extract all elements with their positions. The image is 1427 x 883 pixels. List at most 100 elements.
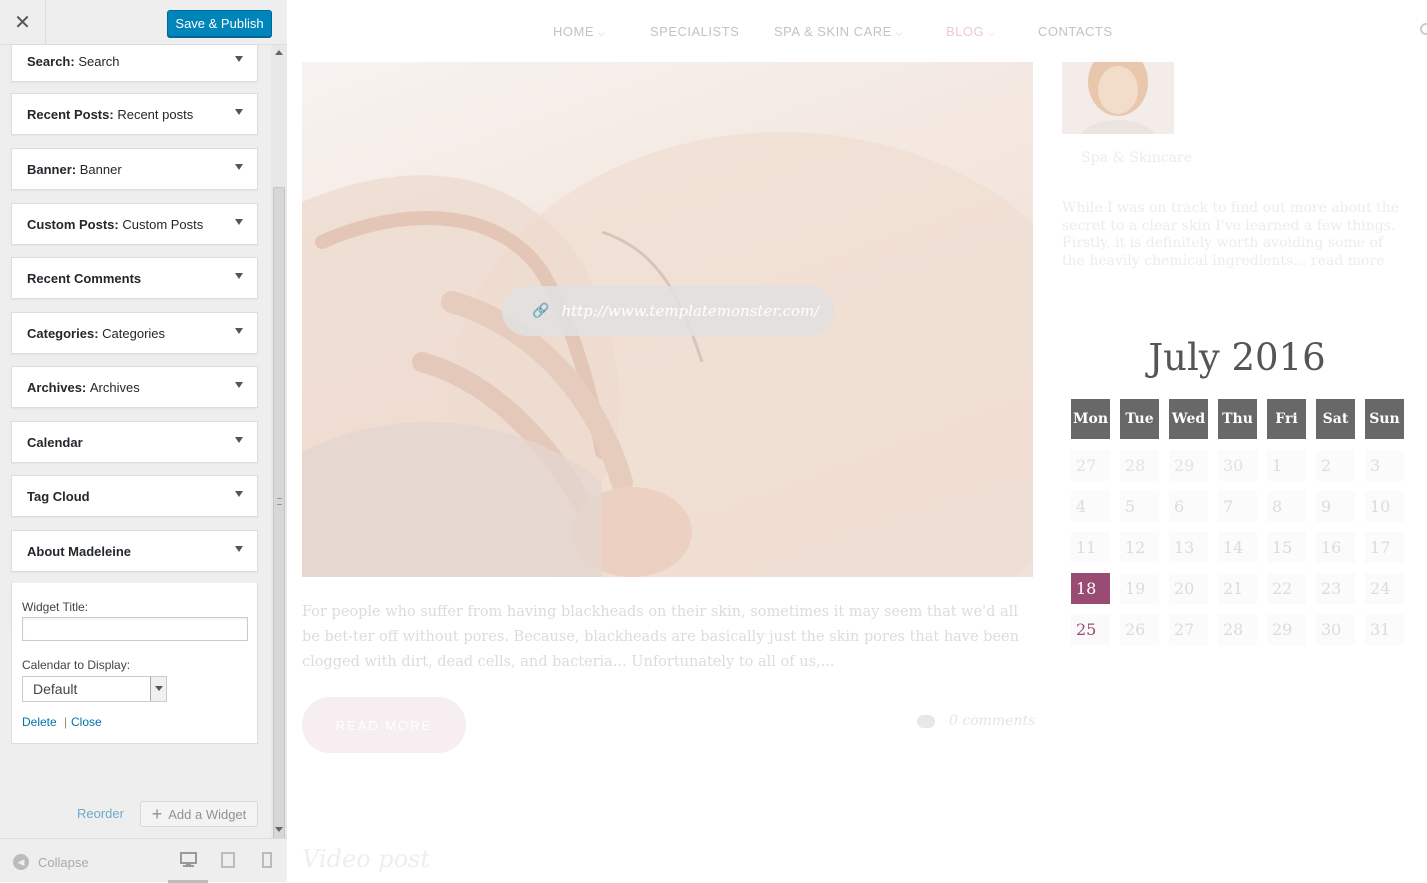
collapse-button[interactable]: ◀ Collapse — [13, 854, 89, 870]
calendar-day[interactable]: 18 — [1071, 573, 1110, 604]
calendar-day[interactable]: 28 — [1120, 450, 1159, 481]
widget-subtitle: Recent posts — [117, 107, 194, 122]
expand-arrow-icon[interactable] — [235, 491, 243, 497]
close-customizer-button[interactable]: ✕ — [0, 0, 46, 45]
widget-title-input[interactable] — [22, 617, 248, 641]
widget-categories[interactable]: Categories: Categories — [11, 312, 258, 354]
calendar-day[interactable]: 30 — [1218, 450, 1257, 481]
expand-arrow-icon[interactable] — [235, 546, 243, 552]
scroll-down-icon[interactable] — [275, 827, 283, 832]
widget-title: Calendar — [27, 422, 83, 464]
expand-arrow-icon[interactable] — [235, 382, 243, 388]
widget-custom-posts[interactable]: Custom Posts: Custom Posts — [11, 203, 258, 245]
calendar-day[interactable]: 29 — [1267, 614, 1306, 645]
expand-arrow-icon[interactable] — [235, 56, 243, 62]
widget-search[interactable]: Search: Search — [11, 45, 258, 82]
calendar-day[interactable]: 28 — [1218, 614, 1257, 645]
widget-tag-cloud[interactable]: Tag Cloud — [11, 475, 258, 517]
customizer-header: ✕ Save & Publish — [0, 0, 287, 45]
widget-about-madeleine[interactable]: About Madeleine — [11, 530, 258, 572]
calendar-day[interactable]: 11 — [1071, 532, 1110, 563]
desktop-icon[interactable] — [180, 852, 197, 867]
comments-link[interactable]: 0 comments — [917, 713, 1035, 729]
calendar-day[interactable]: 14 — [1218, 532, 1257, 563]
calendar-day[interactable]: 27 — [1169, 614, 1208, 645]
add-widget-button[interactable]: + Add a Widget — [140, 801, 258, 827]
calendar-day[interactable]: 4 — [1071, 491, 1110, 522]
weekday-header: Sun — [1365, 399, 1404, 439]
calendar-day[interactable]: 21 — [1218, 573, 1257, 604]
post-excerpt: For people who suffer from having blackh… — [302, 604, 1019, 670]
nav-item-contacts[interactable]: CONTACTS — [1038, 24, 1113, 39]
close-widget-link[interactable]: Close — [71, 715, 102, 729]
calendar-day[interactable]: 23 — [1316, 573, 1355, 604]
calendar-day[interactable]: 19 — [1120, 573, 1159, 604]
calendar-day[interactable]: 26 — [1120, 614, 1159, 645]
widget-title: Recent Posts: Recent posts — [27, 94, 193, 136]
calendar-day[interactable]: 10 — [1365, 491, 1404, 522]
expand-arrow-icon[interactable] — [235, 219, 243, 225]
calendar-day[interactable]: 30 — [1316, 614, 1355, 645]
expand-arrow-icon[interactable] — [235, 328, 243, 334]
widget-recent-comments[interactable]: Recent Comments — [11, 257, 258, 299]
sidebar-scrollbar[interactable] — [271, 45, 287, 865]
calendar-day[interactable]: 13 — [1169, 532, 1208, 563]
calendar-day[interactable]: 15 — [1267, 532, 1306, 563]
calendar-day[interactable]: 29 — [1169, 450, 1208, 481]
calendar-day[interactable]: 20 — [1169, 573, 1208, 604]
calendar-day[interactable]: 16 — [1316, 532, 1355, 563]
delete-widget-link[interactable]: Delete — [22, 715, 57, 729]
calendar-day[interactable]: 27 — [1071, 450, 1110, 481]
widget-banner[interactable]: Banner: Banner — [11, 148, 258, 190]
expand-arrow-icon[interactable] — [235, 273, 243, 279]
scrollbar-thumb[interactable] — [273, 187, 285, 865]
calendar-day[interactable]: 3 — [1365, 450, 1404, 481]
main-nav: HOME ⌵ SPECIALISTS SPA & SKIN CARE ⌵ BLOG ⌵ CON… — [287, 0, 1427, 62]
expand-arrow-icon[interactable] — [235, 437, 243, 443]
tablet-icon[interactable] — [221, 852, 235, 868]
link-icon: 🔗 — [532, 303, 550, 319]
widget-title: Search: Search — [27, 45, 120, 83]
nav-item-spa-skin-care[interactable]: SPA & SKIN CARE ⌵ — [774, 24, 903, 39]
widget-name: About Madeleine — [27, 544, 132, 559]
plus-icon: + — [151, 804, 163, 824]
post-link-pill[interactable]: 🔗 http://www.templatemonster.com/ — [502, 286, 834, 336]
calendar-day[interactable]: 5 — [1120, 491, 1159, 522]
widget-recent-posts[interactable]: Recent Posts: Recent posts — [11, 93, 258, 135]
widget-title: Tag Cloud — [27, 476, 90, 518]
calendar-day[interactable]: 6 — [1169, 491, 1208, 522]
weekday-header: Mon — [1071, 399, 1110, 439]
expand-arrow-icon[interactable] — [235, 164, 243, 170]
calendar-display-select[interactable]: Default — [22, 676, 167, 702]
calendar-day[interactable]: 9 — [1316, 491, 1355, 522]
calendar-day[interactable]: 12 — [1120, 532, 1159, 563]
calendar-select-value: Default — [33, 681, 78, 697]
calendar-day[interactable]: 22 — [1267, 573, 1306, 604]
widget-calendar[interactable]: Calendar — [11, 421, 258, 463]
next-post-title[interactable]: Video post — [302, 845, 430, 873]
widget-archives[interactable]: Archives: Archives — [11, 366, 258, 408]
calendar-day[interactable]: 2 — [1316, 450, 1355, 481]
reorder-link[interactable]: Reorder — [77, 806, 124, 821]
widget-name: Recent Comments — [27, 271, 142, 286]
nav-item-home[interactable]: HOME ⌵ — [553, 24, 605, 39]
calendar-day[interactable]: 24 — [1365, 573, 1404, 604]
nav-item-blog[interactable]: BLOG ⌵ — [946, 24, 995, 39]
search-icon[interactable] — [1420, 23, 1427, 35]
calendar-day[interactable]: 25 — [1071, 614, 1110, 645]
calendar-display-label: Calendar to Display: — [22, 658, 131, 672]
calendar-day[interactable]: 17 — [1365, 532, 1404, 563]
scroll-up-icon[interactable] — [275, 50, 283, 55]
save-publish-button[interactable]: Save & Publish — [167, 10, 272, 37]
calendar-day[interactable]: 7 — [1218, 491, 1257, 522]
read-more-button[interactable]: READ MORE — [302, 697, 466, 753]
calendar-day[interactable]: 8 — [1267, 491, 1306, 522]
widget-list[interactable]: Search: Search Recent Posts: Recent posts… — [0, 45, 271, 838]
nav-item-specialists[interactable]: SPECIALISTS — [650, 24, 739, 39]
calendar-day[interactable]: 1 — [1267, 450, 1306, 481]
expand-arrow-icon[interactable] — [235, 109, 243, 115]
nav-item-label: SPECIALISTS — [650, 24, 740, 39]
calendar-day[interactable]: 31 — [1365, 614, 1404, 645]
widget-name: Banner — [27, 162, 72, 177]
mobile-icon[interactable] — [262, 852, 272, 868]
